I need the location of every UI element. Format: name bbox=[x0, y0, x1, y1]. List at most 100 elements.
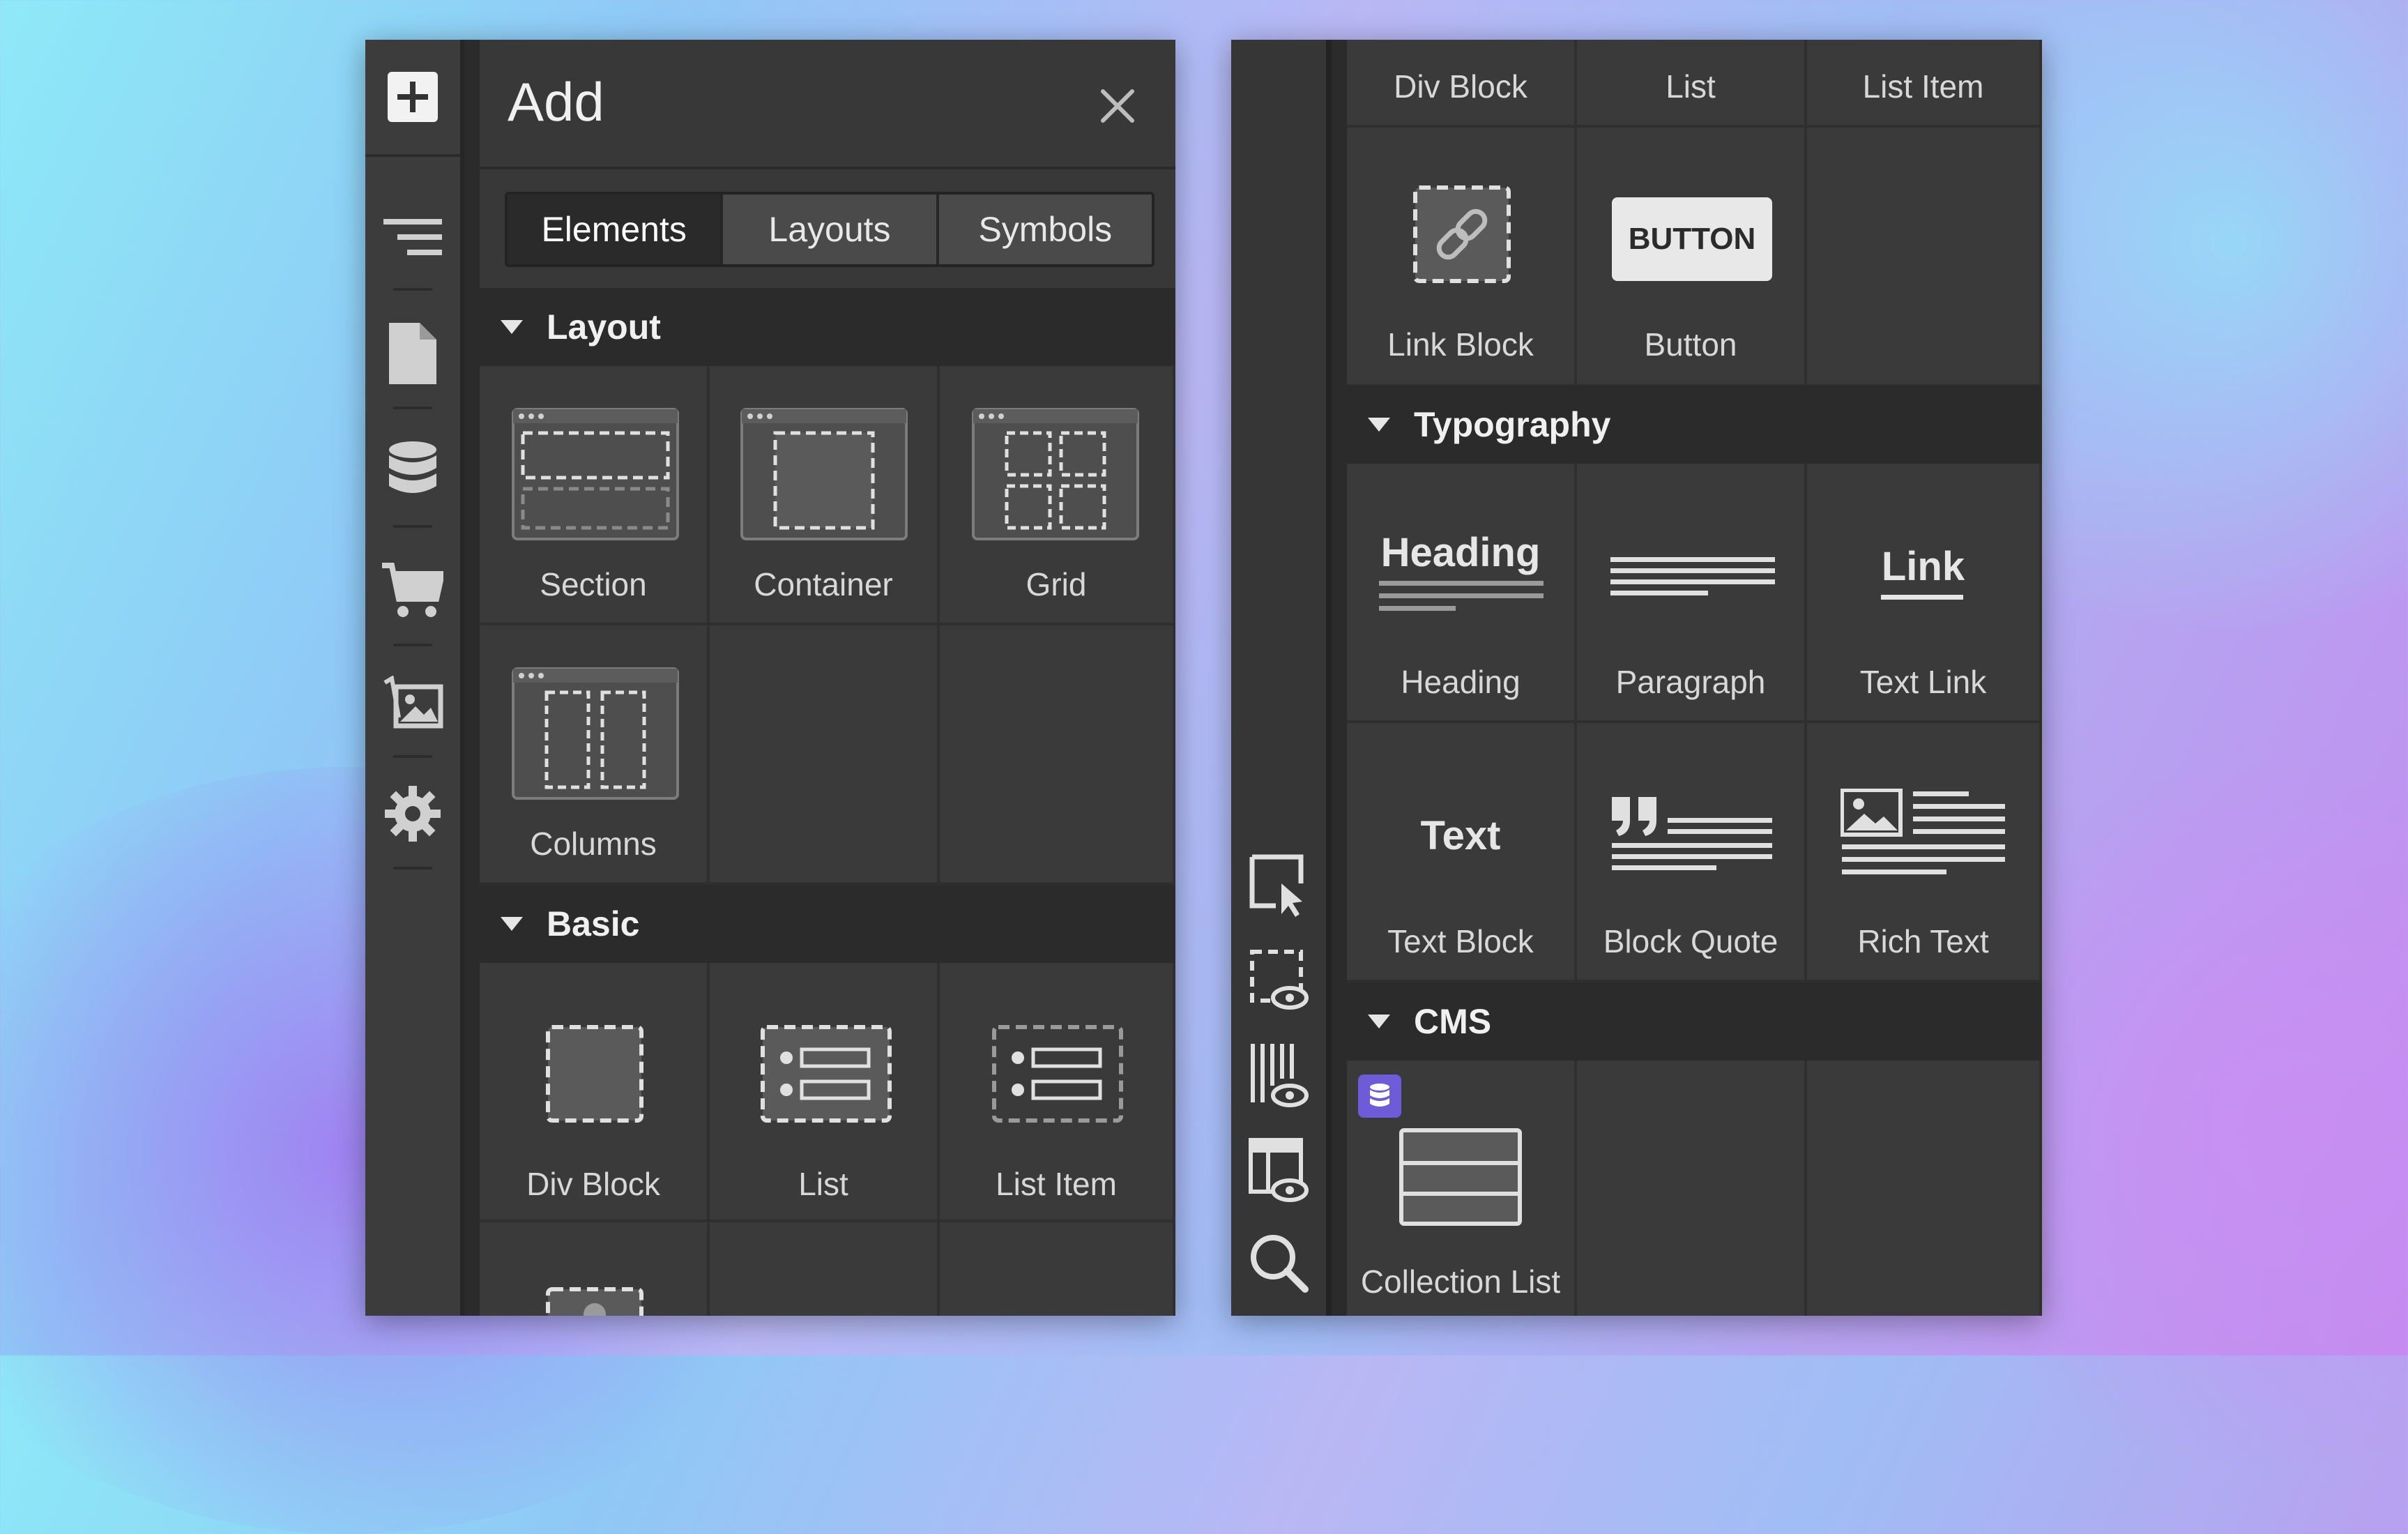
left-icon-rail bbox=[365, 40, 464, 1316]
element-label: List bbox=[1666, 68, 1716, 105]
section-label: Layout bbox=[547, 307, 661, 347]
element-section[interactable]: Section bbox=[480, 366, 710, 625]
section-header-typography[interactable]: Typography bbox=[1347, 386, 2042, 464]
element-label: Block Quote bbox=[1603, 923, 1778, 959]
collapse-triangle-icon bbox=[501, 320, 523, 334]
link-block-icon bbox=[1413, 185, 1511, 283]
element-list-item[interactable]: List Item bbox=[1807, 40, 2042, 128]
element-text-block[interactable]: Text Text Block bbox=[1347, 723, 1577, 982]
section-header-layout[interactable]: Layout bbox=[480, 288, 1175, 366]
empty-cell bbox=[1577, 1061, 1807, 1316]
empty-cell bbox=[710, 625, 940, 885]
element-label: Columns bbox=[530, 826, 657, 862]
search-icon[interactable] bbox=[1245, 1229, 1312, 1299]
element-label: Section bbox=[540, 566, 647, 602]
element-label: Rich Text bbox=[1857, 923, 1989, 959]
element-list[interactable]: List bbox=[710, 963, 940, 1222]
element-text-link[interactable]: Link Text Link bbox=[1807, 464, 2042, 723]
section-label: CMS bbox=[1414, 1002, 1492, 1041]
pages-icon[interactable] bbox=[365, 298, 460, 409]
collapse-triangle-icon bbox=[1368, 1015, 1390, 1028]
element-label: Heading bbox=[1401, 664, 1521, 700]
add-panel-title: Add bbox=[508, 71, 604, 132]
close-icon[interactable] bbox=[1093, 82, 1142, 130]
add-panel-window-scrolled: Div Block List List Item Link Block BUTT… bbox=[1231, 40, 2042, 1316]
element-label: Grid bbox=[1026, 566, 1087, 602]
element-rich-text[interactable]: Rich Text bbox=[1807, 723, 2042, 982]
element-partial[interactable] bbox=[480, 1222, 710, 1316]
element-collection-list[interactable]: Collection List bbox=[1347, 1061, 1577, 1316]
canvas-tool-column bbox=[1231, 40, 1332, 1316]
preview-icon[interactable] bbox=[1245, 945, 1312, 1015]
empty-cell bbox=[940, 1222, 1175, 1316]
element-div-block[interactable]: Div Block bbox=[1347, 40, 1577, 128]
empty-cell bbox=[1807, 128, 2042, 387]
element-label: List bbox=[798, 1166, 848, 1202]
element-list-item[interactable]: List Item bbox=[940, 963, 1175, 1222]
element-columns[interactable]: Columns bbox=[480, 625, 710, 885]
element-label: Container bbox=[754, 566, 893, 602]
collapse-triangle-icon bbox=[501, 917, 523, 931]
navigator-icon[interactable] bbox=[365, 186, 460, 291]
assets-icon[interactable] bbox=[365, 646, 460, 758]
element-label: Link Block bbox=[1387, 326, 1534, 363]
settings-gear-icon[interactable] bbox=[365, 758, 460, 869]
element-block-quote[interactable]: Block Quote bbox=[1577, 723, 1807, 982]
element-label: Button bbox=[1644, 326, 1737, 363]
section-header-cms[interactable]: CMS bbox=[1347, 982, 2042, 1061]
elements-grid-scrolled: Div Block List List Item Link Block BUTT… bbox=[1347, 40, 2042, 1316]
tab-symbols[interactable]: Symbols bbox=[936, 195, 1152, 264]
section-icon bbox=[512, 408, 679, 540]
element-label: Div Block bbox=[1394, 68, 1527, 105]
rich-text-icon bbox=[1841, 789, 2005, 874]
tab-elements[interactable]: Elements bbox=[508, 195, 721, 264]
template-preview-icon[interactable] bbox=[1245, 1136, 1312, 1206]
element-partial[interactable] bbox=[710, 1222, 940, 1316]
image-icon bbox=[546, 1287, 643, 1316]
empty-cell bbox=[940, 625, 1175, 885]
heading-icon: Heading bbox=[1380, 530, 1541, 575]
element-container[interactable]: Container bbox=[710, 366, 940, 625]
list-icon bbox=[761, 1025, 892, 1123]
block-quote-icon bbox=[1612, 797, 1772, 870]
collapse-triangle-icon bbox=[1368, 418, 1390, 432]
paragraph-icon bbox=[1610, 557, 1775, 595]
cms-badge-icon bbox=[1358, 1074, 1401, 1118]
add-elements-pane: Add Elements Layouts Symbols Layout Sect… bbox=[480, 40, 1175, 1316]
element-label: Text Link bbox=[1859, 664, 1987, 700]
link-underline-icon bbox=[1881, 595, 1963, 600]
container-icon bbox=[740, 408, 908, 540]
element-paragraph[interactable]: Paragraph bbox=[1577, 464, 1807, 723]
element-label: List Item bbox=[1862, 68, 1984, 105]
element-label: Collection List bbox=[1360, 1263, 1561, 1300]
element-label: List Item bbox=[996, 1166, 1117, 1202]
add-panel-window: Add Elements Layouts Symbols Layout Sect… bbox=[365, 40, 1175, 1316]
element-label: Text Block bbox=[1387, 923, 1534, 959]
empty-cell bbox=[1807, 1061, 2042, 1316]
section-label: Typography bbox=[1414, 405, 1611, 444]
element-label: Div Block bbox=[526, 1166, 660, 1202]
element-list[interactable]: List bbox=[1577, 40, 1807, 128]
element-grid[interactable]: Grid bbox=[940, 366, 1175, 625]
element-button[interactable]: BUTTON Button bbox=[1577, 128, 1807, 387]
list-item-icon bbox=[992, 1025, 1123, 1123]
tab-layouts[interactable]: Layouts bbox=[720, 195, 936, 264]
section-header-basic[interactable]: Basic bbox=[480, 885, 1175, 963]
cms-database-icon[interactable] bbox=[365, 416, 460, 528]
button-icon: BUTTON bbox=[1612, 197, 1772, 281]
element-label: Paragraph bbox=[1615, 664, 1766, 700]
div-block-icon bbox=[546, 1025, 643, 1123]
select-element-icon[interactable] bbox=[1245, 850, 1312, 920]
element-link-block[interactable]: Link Block bbox=[1347, 128, 1577, 387]
add-panel-header: Add bbox=[480, 40, 1175, 169]
add-panel-tabs: Elements Layouts Symbols bbox=[505, 192, 1155, 267]
section-label: Basic bbox=[547, 904, 640, 943]
columns-icon bbox=[512, 667, 679, 800]
ecommerce-cart-icon[interactable] bbox=[365, 535, 460, 646]
text-block-icon: Text bbox=[1420, 813, 1501, 858]
element-div-block[interactable]: Div Block bbox=[480, 963, 710, 1222]
add-icon[interactable] bbox=[365, 40, 460, 157]
element-heading[interactable]: Heading Heading bbox=[1347, 464, 1577, 723]
collection-list-icon bbox=[1399, 1128, 1522, 1226]
x-ray-icon[interactable] bbox=[1245, 1041, 1312, 1111]
